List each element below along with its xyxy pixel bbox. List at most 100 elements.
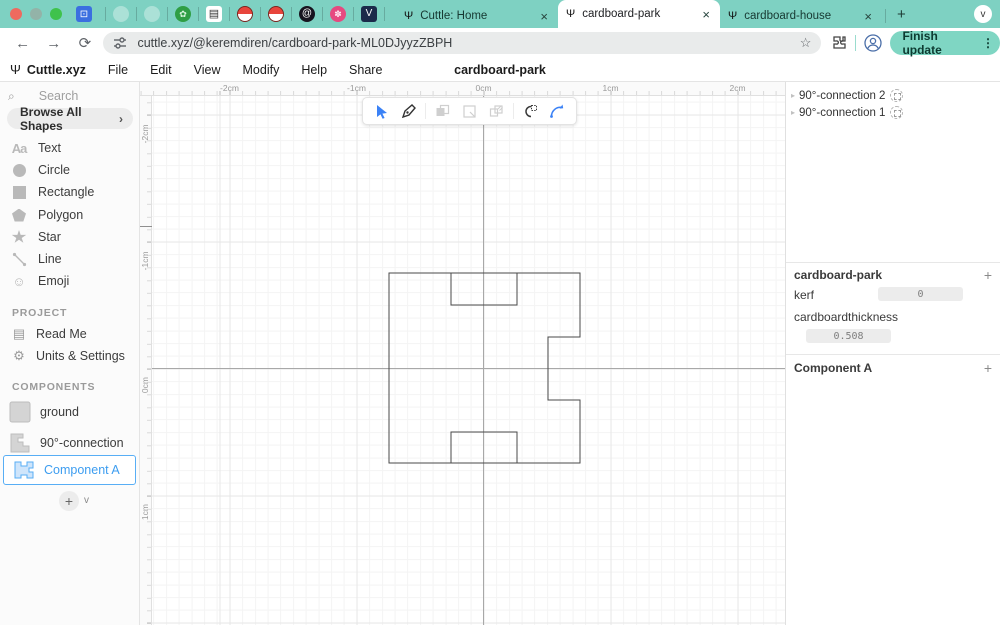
- component-item-ground[interactable]: ground: [0, 397, 140, 427]
- shape-item-star[interactable]: Star: [0, 226, 140, 248]
- shape-label: Line: [38, 252, 62, 266]
- ruler-label: 0cm: [475, 83, 492, 93]
- add-component-button[interactable]: +: [59, 491, 79, 511]
- project-params-title: cardboard-park: [794, 268, 883, 282]
- chevron-right-icon: ›: [119, 111, 123, 126]
- divider: [786, 262, 1000, 263]
- profile-icon[interactable]: [864, 34, 883, 52]
- shape-item-circle[interactable]: Circle: [0, 159, 140, 181]
- url-text[interactable]: cuttle.xyz/@keremdiren/cardboard-park-ML…: [137, 36, 799, 50]
- shape-item-text[interactable]: Aa Text: [0, 137, 140, 159]
- component-thumbnail: [10, 433, 30, 453]
- finish-update-menu-icon[interactable]: ⋮: [982, 36, 994, 50]
- instance-badge-icon[interactable]: [890, 106, 904, 119]
- browser-tabs: Ψ Cuttle: Home × Ψ cardboard-park × Ψ ca…: [396, 0, 906, 28]
- ruler-label: 2cm: [729, 83, 746, 93]
- search-input[interactable]: [38, 89, 129, 103]
- outline-item-90-connection-2[interactable]: ▸ 90°-connection 2: [786, 87, 1000, 104]
- window-minimize-button[interactable]: [30, 8, 42, 20]
- ruler-label: 1cm: [602, 83, 619, 93]
- pinned-tab-icon[interactable]: [144, 6, 160, 22]
- brand-name[interactable]: Cuttle.xyz: [27, 63, 86, 77]
- outline-item-90-connection-1[interactable]: ▸ 90°-connection 1: [786, 104, 1000, 121]
- param-value-cardboardthickness[interactable]: 0.508: [806, 329, 891, 343]
- reload-button[interactable]: ⟳: [76, 34, 93, 52]
- tab-cardboard-park[interactable]: Ψ cardboard-park ×: [558, 0, 720, 28]
- browser-toolbar: ← → ⟳ cuttle.xyz/@keremdiren/cardboard-p…: [0, 28, 1000, 58]
- component-item-component-a[interactable]: Component A: [3, 455, 136, 485]
- boolean-subtract-icon: [459, 101, 479, 121]
- add-parameter-button[interactable]: +: [984, 360, 992, 376]
- pinned-tab-icon[interactable]: ▤: [206, 6, 222, 22]
- shape-item-emoji[interactable]: ☺ Emoji: [0, 270, 140, 292]
- add-parameter-button[interactable]: +: [984, 267, 992, 283]
- tab-close-icon[interactable]: ×: [862, 9, 874, 24]
- tab-cardboard-house[interactable]: Ψ cardboard-house ×: [720, 4, 882, 28]
- forward-button[interactable]: →: [45, 35, 62, 52]
- snap-grid-tool-icon[interactable]: [520, 101, 540, 121]
- sidebar-item-readme[interactable]: ▤ Read Me: [0, 323, 140, 345]
- component-a-geometry[interactable]: [140, 82, 785, 625]
- pinned-tab-icon[interactable]: [237, 6, 253, 22]
- divider: [885, 9, 886, 23]
- polygon-icon: [12, 208, 26, 222]
- sidebar-item-units-settings[interactable]: ⚙ Units & Settings: [0, 345, 140, 367]
- disclosure-triangle-icon[interactable]: ▸: [791, 91, 795, 100]
- menu-edit[interactable]: Edit: [150, 63, 172, 77]
- pinned-tab-icon[interactable]: V: [361, 6, 377, 22]
- ruler-label: -1cm: [140, 250, 150, 270]
- menu-share[interactable]: Share: [349, 63, 382, 77]
- boolean-intersect-icon: [486, 101, 506, 121]
- tab-cuttle-home[interactable]: Ψ Cuttle: Home ×: [396, 4, 558, 28]
- pinned-tab-icon[interactable]: [113, 6, 129, 22]
- bookmark-star-icon[interactable]: ☆: [800, 35, 812, 51]
- menu-view[interactable]: View: [194, 63, 221, 77]
- pen-tool-icon[interactable]: [399, 101, 419, 121]
- pinned-tab-icon[interactable]: ✿: [175, 6, 191, 22]
- back-button[interactable]: ←: [14, 35, 31, 52]
- pinned-tab-icon[interactable]: @: [299, 6, 315, 22]
- shape-item-polygon[interactable]: Polygon: [0, 204, 140, 226]
- new-tab-button[interactable]: +: [897, 6, 906, 23]
- divider: [353, 7, 354, 21]
- browser-profile-avatar[interactable]: ⊡: [76, 6, 92, 22]
- design-canvas[interactable]: -2cm -1cm 0cm 1cm 2cm -2cm -1cm 0cm 1cm …: [140, 82, 785, 625]
- disclosure-triangle-icon[interactable]: ▸: [791, 108, 795, 117]
- ruler-label: -2cm: [140, 123, 150, 143]
- window-close-button[interactable]: [10, 8, 22, 20]
- tab-close-icon[interactable]: ×: [538, 9, 550, 24]
- horizontal-ruler: -2cm -1cm 0cm 1cm 2cm: [140, 82, 785, 96]
- menu-help[interactable]: Help: [301, 63, 327, 77]
- circle-icon: [12, 163, 26, 177]
- address-bar[interactable]: cuttle.xyz/@keremdiren/cardboard-park-ML…: [103, 32, 822, 54]
- rotate-copy-tool-icon[interactable]: [547, 101, 567, 121]
- param-value-kerf[interactable]: 0: [878, 287, 963, 301]
- component-item-90-connection[interactable]: 90°-connection: [0, 428, 140, 458]
- menu-modify[interactable]: Modify: [243, 63, 280, 77]
- pinned-tab-icon[interactable]: ✽: [330, 6, 346, 22]
- tab-search-chevron-button[interactable]: v: [974, 5, 992, 23]
- readme-icon: ▤: [12, 326, 26, 341]
- select-tool-icon[interactable]: [372, 101, 392, 121]
- site-info-icon[interactable]: [113, 36, 127, 50]
- divider: [167, 7, 168, 21]
- gear-icon: ⚙: [13, 348, 25, 363]
- vertical-ruler: -2cm -1cm 0cm 1cm 2cm: [140, 96, 152, 625]
- shapes-sidebar: ⌕ Browse All Shapes › Aa Text Circle Rec…: [0, 82, 140, 625]
- browse-all-shapes-button[interactable]: Browse All Shapes ›: [7, 105, 133, 133]
- shape-item-line[interactable]: Line: [0, 248, 140, 270]
- menu-file[interactable]: File: [108, 63, 128, 77]
- extensions-icon[interactable]: [831, 35, 847, 51]
- pinned-tab-icon[interactable]: [268, 6, 284, 22]
- tab-title: cardboard-park: [582, 8, 661, 20]
- tab-close-icon[interactable]: ×: [700, 7, 712, 22]
- components-section-header: COMPONENTS: [12, 381, 96, 393]
- shape-item-rectangle[interactable]: Rectangle: [0, 181, 140, 203]
- chevron-down-icon[interactable]: v: [84, 495, 89, 506]
- window-maximize-button[interactable]: [50, 8, 62, 20]
- param-name-cardboardthickness: cardboardthickness: [794, 310, 899, 324]
- instance-badge-icon[interactable]: [890, 89, 904, 102]
- star-icon: [11, 230, 27, 243]
- shape-label: Emoji: [38, 274, 70, 288]
- finish-update-button[interactable]: Finish update ⋮: [890, 29, 1000, 57]
